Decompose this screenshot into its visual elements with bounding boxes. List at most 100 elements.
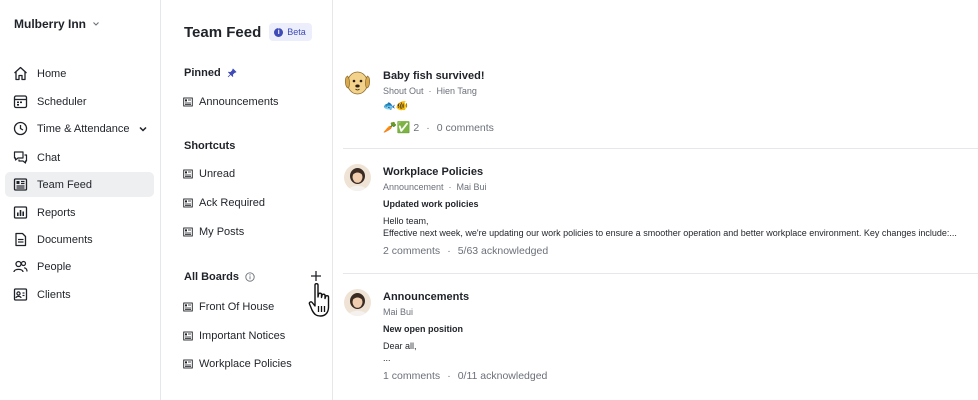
- board-icon: [183, 331, 193, 341]
- boards-panel: Team Feed i Beta Pinned Announcements Sh…: [161, 0, 333, 400]
- sidebar-item-chat[interactable]: Chat: [5, 145, 154, 170]
- pinned-label: Pinned: [184, 67, 221, 79]
- info-icon[interactable]: [245, 272, 255, 282]
- post-author[interactable]: Hien Tang: [437, 86, 477, 96]
- feed-post[interactable]: Announcements Mai Bui New open position …: [333, 274, 978, 400]
- comments-link[interactable]: 0 comments: [437, 122, 494, 134]
- sidebar-item-label: Home: [37, 67, 67, 80]
- post-emoji-content: 🐟🐠: [383, 101, 408, 112]
- board-icon: [183, 198, 193, 208]
- post-footer: 2 comments · 5/63 acknowledged: [383, 245, 549, 257]
- post-body-line: Hello team,: [383, 216, 429, 226]
- shortcut-item-label: My Posts: [199, 226, 245, 238]
- board-icon: [183, 97, 193, 107]
- clock-icon: [13, 121, 28, 136]
- sidebar-item-label: Team Feed: [37, 178, 93, 191]
- post-body: Dear all, ...: [383, 340, 975, 364]
- post-subject: New open position: [383, 324, 463, 334]
- pinned-section-header: Pinned: [184, 67, 237, 79]
- user-avatar: [344, 289, 371, 316]
- board-item-label: Important Notices: [199, 330, 286, 342]
- post-author[interactable]: Mai Bui: [457, 182, 487, 192]
- all-boards-label: All Boards: [184, 271, 240, 283]
- acknowledged-count[interactable]: 5/63 acknowledged: [458, 245, 549, 257]
- chart-icon: [13, 206, 28, 219]
- home-icon: [14, 66, 27, 81]
- info-icon: i: [274, 27, 284, 37]
- board-item-label: Announcements: [199, 96, 279, 108]
- feed-post[interactable]: Workplace Policies Announcement · Mai Bui …: [333, 149, 978, 274]
- sidebar-item-home[interactable]: Home: [5, 61, 154, 86]
- board-icon: [183, 302, 193, 312]
- post-body-line: Effective next week, we're updating our …: [383, 228, 957, 238]
- post-footer: 🥕✅ 2 · 0 comments: [383, 121, 494, 135]
- board-icon: [183, 227, 193, 237]
- feed-icon: [13, 178, 28, 191]
- shortcuts-section-header: Shortcuts: [184, 140, 235, 152]
- post-body-line: Dear all,: [383, 341, 417, 351]
- board-item-label: Front Of House: [199, 301, 275, 313]
- post-title[interactable]: Announcements: [383, 291, 469, 303]
- board-item-front-of-house[interactable]: Front Of House: [183, 301, 274, 313]
- boards-header: Team Feed i Beta: [184, 23, 312, 41]
- post-body-line: ...: [383, 353, 391, 363]
- sidebar-item-label: People: [37, 260, 72, 273]
- sidebar-item-label: Clients: [37, 288, 71, 301]
- post-footer: 1 comments · 0/11 acknowledged: [383, 370, 548, 382]
- board-icon: [183, 169, 193, 179]
- post-author[interactable]: Mai Bui: [383, 307, 413, 317]
- all-boards-section-header: All Boards: [184, 271, 255, 283]
- comments-link[interactable]: 2 comments: [383, 245, 440, 257]
- sidebar-item-scheduler[interactable]: Scheduler: [5, 89, 154, 114]
- board-item-important-notices[interactable]: Important Notices: [183, 330, 285, 342]
- chevron-down-icon: [93, 22, 99, 26]
- calendar-icon: [13, 95, 28, 109]
- shortcuts-label: Shortcuts: [184, 140, 236, 152]
- sidebar-item-team-feed[interactable]: Team Feed: [5, 172, 154, 197]
- pin-icon: [227, 68, 237, 78]
- sidebar-item-label: Scheduler: [37, 95, 87, 108]
- reactions-summary[interactable]: 🥕✅ 2: [383, 121, 420, 135]
- post-body: Hello team, Effective next week, we're u…: [383, 215, 975, 239]
- sidebar-item-label: Documents: [37, 233, 93, 246]
- shortcut-item-my-posts[interactable]: My Posts: [183, 226, 244, 238]
- user-avatar: [344, 164, 371, 191]
- post-meta: Shout Out · Hien Tang: [383, 86, 477, 96]
- page-title: Team Feed: [184, 23, 262, 41]
- chevron-down-icon[interactable]: [138, 124, 148, 134]
- sidebar-item-reports[interactable]: Reports: [5, 200, 154, 225]
- feed-list: Baby fish survived! Shout Out · Hien Tang …: [333, 0, 978, 400]
- board-item-announcements[interactable]: Announcements: [183, 96, 279, 108]
- reaction-count: 2: [413, 121, 420, 134]
- feed-post[interactable]: Baby fish survived! Shout Out · Hien Tang …: [333, 0, 978, 150]
- sidebar-item-label: Reports: [37, 206, 76, 219]
- comments-link[interactable]: 1 comments: [383, 370, 440, 382]
- shortcut-item-label: Unread: [199, 168, 236, 180]
- post-subject: Updated work policies: [383, 199, 479, 209]
- org-switcher[interactable]: Mulberry Inn: [14, 17, 100, 31]
- sidebar-item-time-attendance[interactable]: Time & Attendance: [5, 116, 154, 141]
- shortcut-item-label: Ack Required: [199, 197, 266, 209]
- sidebar-item-clients[interactable]: Clients: [5, 282, 154, 307]
- post-title[interactable]: Workplace Policies: [383, 166, 483, 178]
- dog-avatar: [344, 68, 371, 95]
- post-meta: Announcement · Mai Bui: [383, 182, 487, 192]
- people-icon: [13, 260, 28, 273]
- sidebar-item-people[interactable]: People: [5, 254, 154, 279]
- shortcut-item-unread[interactable]: Unread: [183, 168, 235, 180]
- post-board[interactable]: Announcement: [383, 182, 444, 192]
- beta-badge: i Beta: [269, 23, 312, 41]
- main-sidebar: Mulberry Inn Home Scheduler Time & Atten…: [0, 0, 161, 400]
- document-icon: [15, 232, 27, 247]
- add-board-icon[interactable]: [310, 270, 322, 282]
- sidebar-item-documents[interactable]: Documents: [5, 227, 154, 252]
- board-item-workplace-policies[interactable]: Workplace Policies: [183, 358, 292, 370]
- org-name: Mulberry Inn: [14, 17, 87, 31]
- beta-badge-label: Beta: [287, 27, 306, 37]
- reaction-emojis: 🥕✅: [383, 122, 411, 134]
- post-board[interactable]: Shout Out: [383, 86, 424, 96]
- shortcut-item-ack-required[interactable]: Ack Required: [183, 197, 265, 209]
- acknowledged-count[interactable]: 0/11 acknowledged: [458, 370, 548, 382]
- sidebar-item-label: Time & Attendance: [37, 122, 130, 135]
- post-title[interactable]: Baby fish survived!: [383, 70, 484, 82]
